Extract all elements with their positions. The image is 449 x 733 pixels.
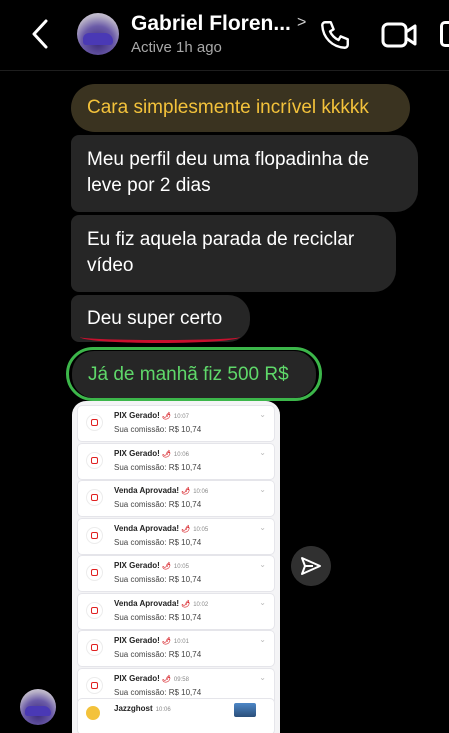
chat-thread[interactable]: Cara simplesmente incrível kkkkk Meu per… [0,70,449,733]
notification-subtitle: Sua comissão: R$ 10,74 [114,650,202,659]
phone-icon[interactable] [318,18,352,52]
message-bubble[interactable]: Eu fiz aquela parada de reciclar vídeo [71,215,396,292]
notification-time: 10:07 [173,414,189,420]
notification-card: PIX Gerado! 🌶 10:07 Sua comissão: R$ 10,74… [78,406,274,441]
notification-title: Jazzghost 10:06 [114,704,171,713]
notification-card: PIX Gerado! 🌶 10:05 Sua comissão: R$ 10,74… [78,556,274,591]
sender-avatar[interactable] [20,689,56,725]
notification-subtitle: Sua comissão: R$ 10,74 [114,612,202,622]
chevron-down-icon: ⌄ [259,410,266,419]
notification-time: 10:02 [193,601,209,608]
notifications-screenshot[interactable]: PIX Gerado! 🌶 10:07 Sua comissão: R$ 10,74… [72,401,280,733]
notification-title-text: PIX Gerado! [114,673,160,683]
notification-subtitle: Sua comissão: R$ 10,74 [114,500,202,509]
partial-icon[interactable] [440,21,449,47]
app-icon [86,414,103,431]
notification-card: Venda Aprovada! 🌶 10:06 Sua comissão: R$ 1… [78,481,274,516]
green-circle-annotation [66,347,322,401]
notification-subtitle: Sua comissão: R$ 10,74 [114,425,202,434]
notification-time: 09:58 [173,676,189,683]
pepper-icon: 🌶 [162,638,171,645]
notification-title-text: Venda Aprovada! [114,523,180,533]
notification-card: PIX Gerado! 🌶 10:06 Sua comissão: R$ 10,74… [78,443,274,479]
app-icon [86,526,103,544]
chevron-down-icon: ⌄ [259,485,266,494]
pepper-icon: 🌶 [181,525,191,533]
notification-subtitle: Sua comissão: R$ 10,74 [114,462,202,472]
notification-card: PIX Gerado! 🌶 10:01 Sua comissão: R$ 10,74… [78,631,274,666]
message-bubble[interactable]: Meu perfil deu uma flopadinha de leve po… [71,135,418,212]
notification-time: 10:06 [173,451,189,458]
notification-card: Jazzghost 10:06 [78,699,274,733]
app-icon [86,706,100,720]
app-icon [86,676,103,694]
pepper-icon: 🌶 [162,413,171,420]
app-icon [86,639,103,656]
app-icon [86,451,103,469]
notification-title: Venda Aprovada! 🌶 10:06 [114,486,208,495]
pepper-icon: 🌶 [162,563,171,570]
notification-title-text: Venda Aprovada! [114,486,180,495]
notification-title: PIX Gerado! 🌶 10:06 [114,449,189,458]
active-status: Active 1h ago [131,39,222,56]
notification-title-text: Venda Aprovada! [114,598,180,608]
chat-header: Gabriel Floren... > Active 1h ago [0,0,449,71]
notification-time: 10:05 [193,526,209,533]
chevron-down-icon: ⌄ [259,522,266,532]
notification-title: PIX Gerado! 🌶 10:07 [114,411,189,420]
notification-time: 10:01 [173,639,189,645]
message-bubble[interactable]: Cara simplesmente incrível kkkkk [71,84,410,132]
car-icon [83,33,113,45]
notification-title: PIX Gerado! 🌶 10:05 [114,561,189,570]
notification-time: 10:06 [155,707,171,713]
contact-avatar[interactable] [77,13,119,55]
chevron-down-icon: ⌄ [259,635,266,644]
chevron-down-icon: ⌄ [259,447,266,457]
app-icon [86,564,103,581]
notification-subtitle: Sua comissão: R$ 10,74 [114,575,202,584]
notification-thumbnail [234,703,256,717]
chevron-down-icon: ⌄ [259,672,266,682]
notification-title-text: PIX Gerado! [114,636,160,645]
pepper-icon: 🌶 [162,450,171,458]
notification-subtitle: Sua comissão: R$ 10,74 [114,687,202,697]
notification-time: 10:05 [173,564,189,570]
pepper-icon: 🌶 [181,600,191,608]
notification-title-text: PIX Gerado! [114,411,160,420]
notification-title: Venda Aprovada! 🌶 10:02 [114,599,208,608]
chevron-down-icon: ⌄ [259,597,266,607]
paper-plane-icon[interactable] [291,546,331,586]
notification-subtitle: Sua comissão: R$ 10,74 [114,537,202,547]
app-icon [86,601,103,619]
chevron-right-icon[interactable]: > [297,14,306,32]
notification-app-name: Jazzghost [114,704,153,713]
notification-title: PIX Gerado! 🌶 10:01 [114,636,189,645]
chevron-down-icon: ⌄ [259,560,266,569]
notification-title: PIX Gerado! 🌶 09:58 [114,674,189,683]
car-icon [25,706,51,716]
notification-card: Venda Aprovada! 🌶 10:05 Sua comissão: R$ 1… [78,518,274,554]
back-chevron-icon[interactable] [26,16,56,52]
notification-time: 10:06 [193,489,209,495]
contact-name[interactable]: Gabriel Floren... [131,12,291,36]
notification-card: Venda Aprovada! 🌶 10:02 Sua comissão: R$ 1… [78,593,274,629]
notification-title: Venda Aprovada! 🌶 10:05 [114,524,208,533]
notification-title-text: PIX Gerado! [114,448,160,458]
pepper-icon: 🌶 [181,488,191,495]
pepper-icon: 🌶 [162,675,171,683]
notification-title-text: PIX Gerado! [114,561,160,570]
video-camera-icon[interactable] [380,18,418,52]
app-icon [86,489,103,506]
